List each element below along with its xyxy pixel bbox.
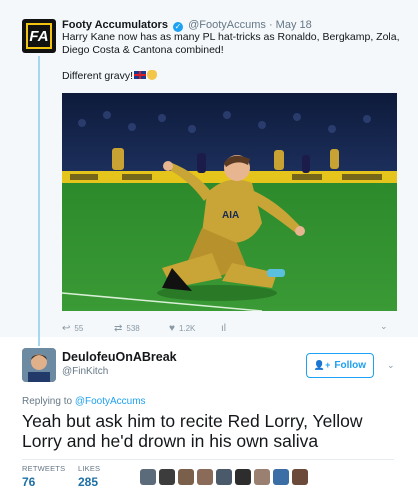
tweet1-more-caret-icon[interactable]: ⌄ bbox=[380, 321, 388, 332]
tweet1-handle[interactable]: @FootyAccums bbox=[188, 19, 266, 31]
tweet1-author-name[interactable]: Footy Accumulators bbox=[62, 19, 168, 31]
person-add-icon: 👤+ bbox=[313, 360, 331, 370]
clap-icon bbox=[147, 70, 158, 80]
stats-divider bbox=[22, 459, 394, 460]
football-celebration-image: AIA bbox=[62, 93, 397, 311]
liker-avatar[interactable] bbox=[273, 469, 289, 485]
replying-to-label: Replying to bbox=[22, 396, 73, 407]
retweet-count: 538 bbox=[126, 324, 140, 333]
replying-to: Replying to @FootyAccums bbox=[22, 396, 146, 407]
follow-button[interactable]: 👤+ Follow bbox=[306, 353, 374, 378]
svg-text:AIA: AIA bbox=[222, 210, 239, 221]
tweet1-photo[interactable]: AIA bbox=[62, 93, 397, 311]
likes-value: 285 bbox=[78, 475, 99, 489]
retweets-stat[interactable]: RETWEETS 76 bbox=[22, 464, 65, 489]
profile-photo-icon bbox=[22, 348, 56, 382]
like-action[interactable]: ♥ 1.2K bbox=[169, 323, 195, 334]
heart-icon: ♥ bbox=[169, 323, 175, 334]
deulofeu-avatar[interactable] bbox=[22, 348, 56, 382]
liker-avatar[interactable] bbox=[159, 469, 175, 485]
tweet1-text: Harry Kane now has as many PL hat-tricks… bbox=[62, 31, 400, 56]
retweet-action[interactable]: ⇄ 538 bbox=[114, 323, 140, 334]
follow-button-label: Follow bbox=[334, 360, 367, 371]
likes-stat[interactable]: LIKES 285 bbox=[78, 464, 100, 489]
tweet2-author-name[interactable]: DeulofeuOnABreak bbox=[62, 350, 177, 364]
retweet-icon: ⇄ bbox=[114, 323, 123, 334]
liker-avatar[interactable] bbox=[140, 469, 156, 485]
analytics-icon: ıl bbox=[221, 323, 226, 334]
tweet1-text-line2: Different gravy! bbox=[62, 70, 158, 82]
footy-accumulators-avatar[interactable]: FA bbox=[22, 19, 56, 53]
tweet2-more-caret-icon[interactable]: ⌄ bbox=[387, 360, 395, 371]
tweet2-handle[interactable]: @FinKitch bbox=[62, 366, 108, 377]
like-count: 1.2K bbox=[178, 324, 196, 333]
tweet2-text: Yeah but ask him to recite Red Lorry, Ye… bbox=[22, 411, 363, 451]
reply-count: 55 bbox=[74, 324, 84, 333]
tweet1-text-line2-label: Different gravy! bbox=[62, 70, 134, 82]
retweets-label: RETWEETS bbox=[22, 464, 66, 473]
liker-avatar[interactable] bbox=[292, 469, 308, 485]
replying-to-handle-link[interactable]: @FootyAccums bbox=[75, 396, 146, 407]
liker-avatar[interactable] bbox=[178, 469, 194, 485]
liker-avatars bbox=[140, 469, 308, 485]
liker-avatar[interactable] bbox=[235, 469, 251, 485]
likes-label: LIKES bbox=[78, 464, 101, 473]
reply-action[interactable]: ↩ 55 bbox=[62, 323, 83, 334]
reply-icon: ↩ bbox=[62, 323, 71, 334]
fa-logo-icon: FA bbox=[26, 23, 52, 49]
flag-icon bbox=[134, 71, 147, 79]
liker-avatar[interactable] bbox=[197, 469, 213, 485]
retweets-value: 76 bbox=[22, 475, 36, 489]
analytics-action[interactable]: ıl bbox=[221, 323, 230, 334]
liker-avatar[interactable] bbox=[216, 469, 232, 485]
tweet1-separator: · bbox=[268, 19, 273, 31]
tweet1-date[interactable]: May 18 bbox=[276, 19, 312, 31]
thread-line bbox=[38, 56, 40, 346]
liker-avatar[interactable] bbox=[254, 469, 270, 485]
